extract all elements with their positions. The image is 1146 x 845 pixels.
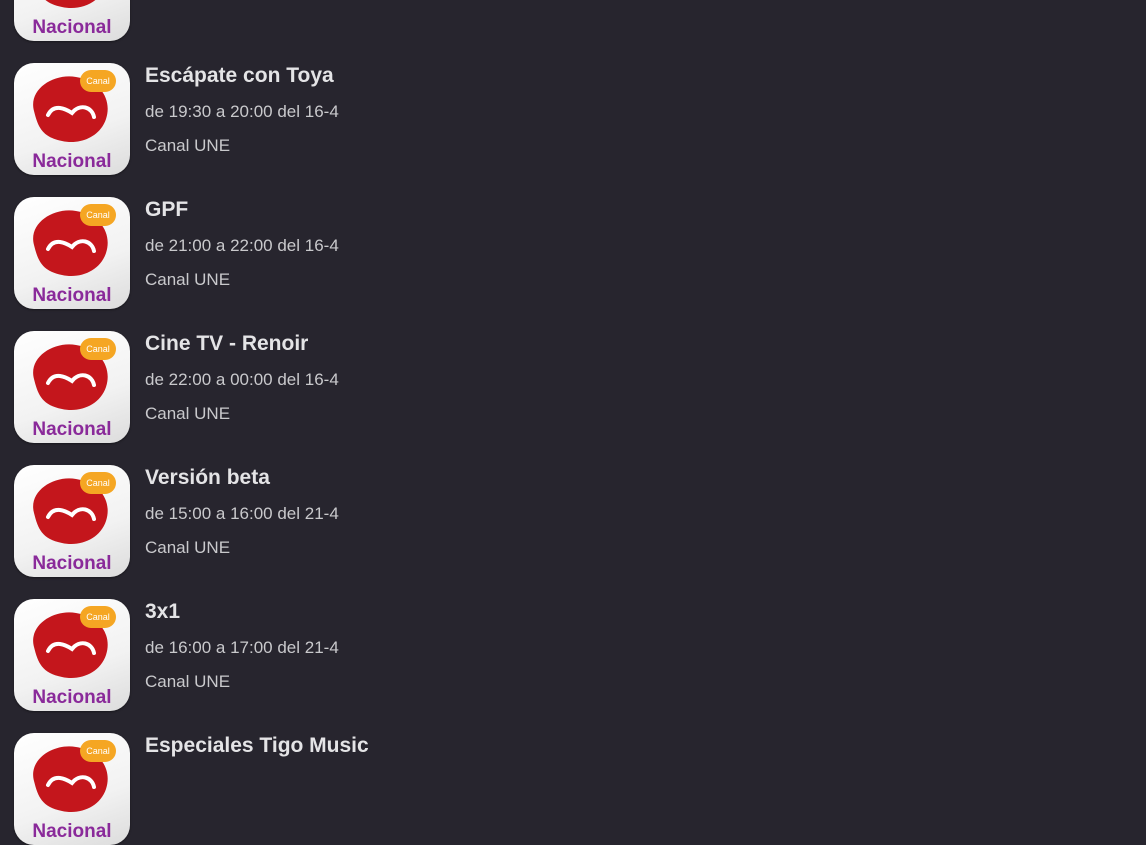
program-time: de 16:00 a 17:00 del 21-4 xyxy=(145,638,339,657)
program-row[interactable]: Canal Nacional xyxy=(0,0,1146,41)
channel-logo: Canal Nacional xyxy=(14,733,130,845)
canal-badge: Canal xyxy=(80,472,116,494)
program-title: Escápate con Toya xyxy=(145,64,334,87)
program-channel: Canal UNE xyxy=(145,404,231,423)
canal-badge: Canal xyxy=(80,70,116,92)
program-row[interactable]: Canal Nacional Escápate con Toya de 19:3… xyxy=(0,32,1146,175)
program-row[interactable]: Canal Nacional GPF de 21:00 a 22:00 del … xyxy=(0,166,1146,309)
program-row[interactable]: Canal Nacional Cine TV - Renoir de 22:00… xyxy=(0,300,1146,443)
canal-badge: Canal xyxy=(80,740,116,762)
program-row[interactable]: Canal Nacional 3x1 de 16:00 a 17:00 del … xyxy=(0,568,1146,711)
channel-logo: Canal Nacional xyxy=(14,331,130,443)
program-row[interactable]: Canal Nacional Especiales Tigo Music xyxy=(0,702,1146,845)
program-time: de 15:00 a 16:00 del 21-4 xyxy=(145,504,339,523)
program-title: Versión beta xyxy=(145,466,270,489)
canal-badge: Canal xyxy=(80,338,116,360)
program-title: 3x1 xyxy=(145,600,181,623)
channel-logo: Canal Nacional xyxy=(14,197,130,309)
program-channel: Canal UNE xyxy=(145,270,231,289)
program-list: Canal Nacional Canal Nacional Escápate c… xyxy=(0,0,1146,845)
channel-logo: Canal Nacional xyxy=(14,599,130,711)
program-row[interactable]: Canal Nacional Versión beta de 15:00 a 1… xyxy=(0,434,1146,577)
program-title: Cine TV - Renoir xyxy=(145,332,309,355)
channel-logo: Canal Nacional xyxy=(14,63,130,175)
program-time: de 19:30 a 20:00 del 16-4 xyxy=(145,102,339,121)
logo-footer-text: Nacional xyxy=(32,821,112,842)
canal-badge: Canal xyxy=(80,606,116,628)
program-title: GPF xyxy=(145,198,189,221)
program-time: de 21:00 a 22:00 del 16-4 xyxy=(145,236,339,255)
program-channel: Canal UNE xyxy=(145,136,231,155)
canal-badge: Canal xyxy=(80,204,116,226)
channel-logo: Canal Nacional xyxy=(14,465,130,577)
program-time: de 22:00 a 00:00 del 16-4 xyxy=(145,370,339,389)
program-channel: Canal UNE xyxy=(145,538,231,557)
program-title: Especiales Tigo Music xyxy=(145,734,369,757)
program-channel: Canal UNE xyxy=(145,672,231,691)
